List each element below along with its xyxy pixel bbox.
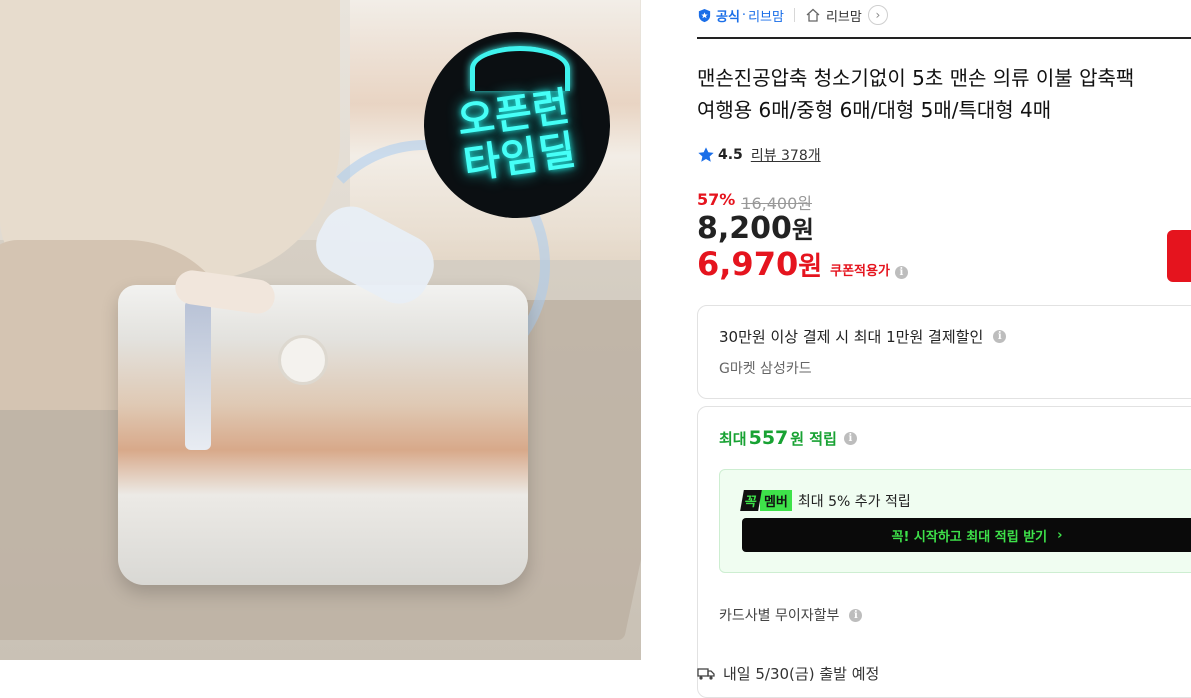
shipping-row: 내일 5/30(금) 출발 예정 xyxy=(697,663,879,684)
store-home-icon xyxy=(806,8,820,22)
reward-prefix: 최대 xyxy=(719,429,747,448)
brand-link[interactable]: 리브맘 xyxy=(748,6,784,25)
member-logo-b: 멤버 xyxy=(759,490,792,511)
seller-row: 공식 · 리브맘 리브맘 › xyxy=(697,5,888,25)
bag-valve xyxy=(278,335,328,385)
store-link[interactable]: 리브맘 xyxy=(826,6,862,25)
member-logo: 꼭 멤버 xyxy=(740,490,792,511)
header-divider xyxy=(697,37,1191,39)
chevron-right-icon: › xyxy=(1057,527,1063,543)
bag-zipper xyxy=(185,300,211,450)
official-shield-icon xyxy=(698,8,711,22)
installment-text: 카드사별 무이자할부 xyxy=(719,608,840,624)
person-torso xyxy=(0,0,340,280)
coupon-tag: 쿠폰적용가 xyxy=(830,264,890,279)
info-icon[interactable]: i xyxy=(849,608,863,622)
card-benefit-sub: G마켓 삼성카드 xyxy=(719,361,812,377)
shipping-text: 내일 5/30(금) 출발 예정 xyxy=(723,665,880,683)
card-benefit-text: 30만원 이상 결제 시 최대 1만원 결제할인 xyxy=(719,328,984,346)
reward-headline: 최대 557 원 적립 i xyxy=(719,427,857,449)
star-icon xyxy=(698,147,714,162)
sale-price: 8,200원 xyxy=(697,210,814,246)
chevron-right-icon[interactable]: › xyxy=(867,5,888,25)
product-image[interactable]: 오픈런 타임딜 xyxy=(0,0,641,660)
card-benefit-box: 30만원 이상 결제 시 최대 1만원 결제할인 i G마켓 삼성카드 xyxy=(697,305,1191,399)
member-cta-label: 꼭! 시작하고 최대 적립 받기 xyxy=(891,529,1048,545)
card-benefit-main: 30만원 이상 결제 시 최대 1만원 결제할인 i xyxy=(719,326,1007,347)
official-label: 공식 xyxy=(716,9,740,25)
rating-score: 4.5 xyxy=(718,147,743,163)
sale-price-value: 8,200 xyxy=(697,211,792,246)
rating-row: 4.5 리뷰 378개 xyxy=(697,145,821,165)
sale-price-unit: 원 xyxy=(791,216,814,244)
review-count-link[interactable]: 리뷰 378개 xyxy=(751,145,821,165)
member-promo-line: 꼭 멤버 최대 5% 추가 적립 xyxy=(740,490,911,511)
reward-amount: 557 xyxy=(748,427,789,449)
member-promo-text: 최대 5% 추가 적립 xyxy=(797,493,911,510)
vacuum-bag xyxy=(118,285,528,585)
separator-dot: · xyxy=(741,7,747,23)
member-logo-a: 꼭 xyxy=(740,490,762,511)
chevron-glyph: › xyxy=(875,8,881,22)
coupon-price-value: 6,970 xyxy=(697,245,799,283)
info-icon[interactable]: i xyxy=(843,431,857,445)
vertical-divider xyxy=(793,8,795,22)
coupon-price-unit: 원 xyxy=(798,252,823,282)
product-title-line1: 맨손진공압축 청소기없이 5초 맨손 의류 이불 압축팩 xyxy=(697,66,1135,90)
product-title: 맨손진공압축 청소기없이 5초 맨손 의류 이불 압축팩 여행용 6매/중형 6… xyxy=(697,62,1191,126)
reward-suffix: 원 적립 xyxy=(790,429,837,448)
reward-box: 최대 557 원 적립 i 꼭 멤버 최대 5% 추가 적립 꼭! 시작하고 최대… xyxy=(697,406,1191,698)
member-promo-box: 꼭 멤버 최대 5% 추가 적립 꼭! 시작하고 최대 적립 받기 › xyxy=(719,469,1191,573)
installment-row: 카드사별 무이자할부 i xyxy=(719,605,863,625)
info-icon[interactable]: i xyxy=(894,266,908,279)
info-icon[interactable]: i xyxy=(993,330,1007,343)
coupon-price: 6,970 원 쿠폰적용가 i xyxy=(697,245,908,283)
truck-icon xyxy=(697,667,715,680)
buy-button[interactable] xyxy=(1167,230,1191,282)
member-signup-button[interactable]: 꼭! 시작하고 최대 적립 받기 › xyxy=(742,518,1191,552)
product-title-line2: 여행용 6매/중형 6매/대형 5매/특대형 4매 xyxy=(697,98,1052,122)
